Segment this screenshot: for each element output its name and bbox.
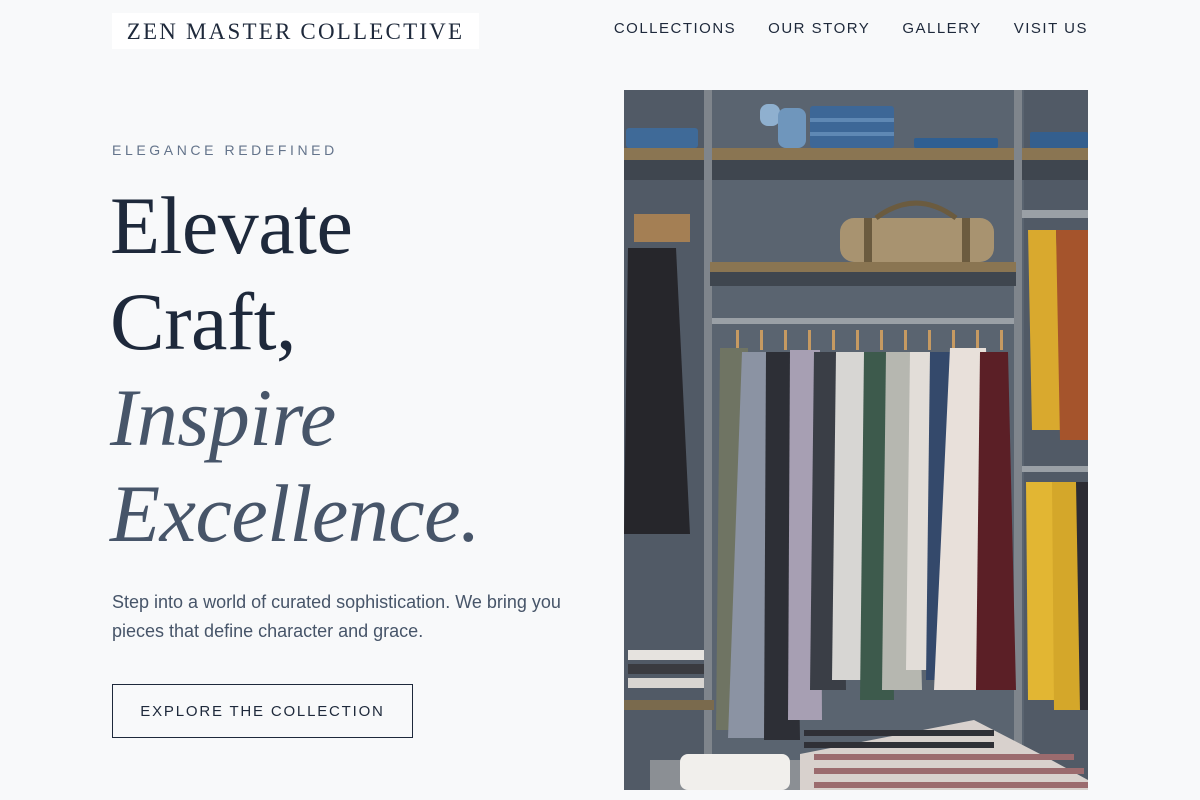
headline-line-4: Excellence. [110,468,481,559]
headline-line-2: Craft, [110,276,296,367]
main-nav: COLLECTIONS OUR STORY GALLERY VISIT US [614,20,1088,37]
headline-line-1: Elevate [110,180,353,271]
nav-link-collections[interactable]: COLLECTIONS [614,20,736,37]
nav-link-our-story[interactable]: OUR STORY [768,20,870,37]
hero-description: Step into a world of curated sophisticat… [112,592,561,641]
brand-logo[interactable]: ZEN MASTER COLLECTIVE [112,13,479,49]
headline-line-3: Inspire [110,372,336,463]
hero-headline: Elevate Craft, Inspire Excellence. [110,178,481,562]
nav-link-gallery[interactable]: GALLERY [902,20,981,37]
nav-link-visit-us[interactable]: VISIT US [1014,20,1088,37]
explore-collection-button[interactable]: EXPLORE THE COLLECTION [112,684,413,738]
hero-eyebrow: ELEGANCE REDEFINED [112,142,338,158]
hero-image [624,90,1088,790]
